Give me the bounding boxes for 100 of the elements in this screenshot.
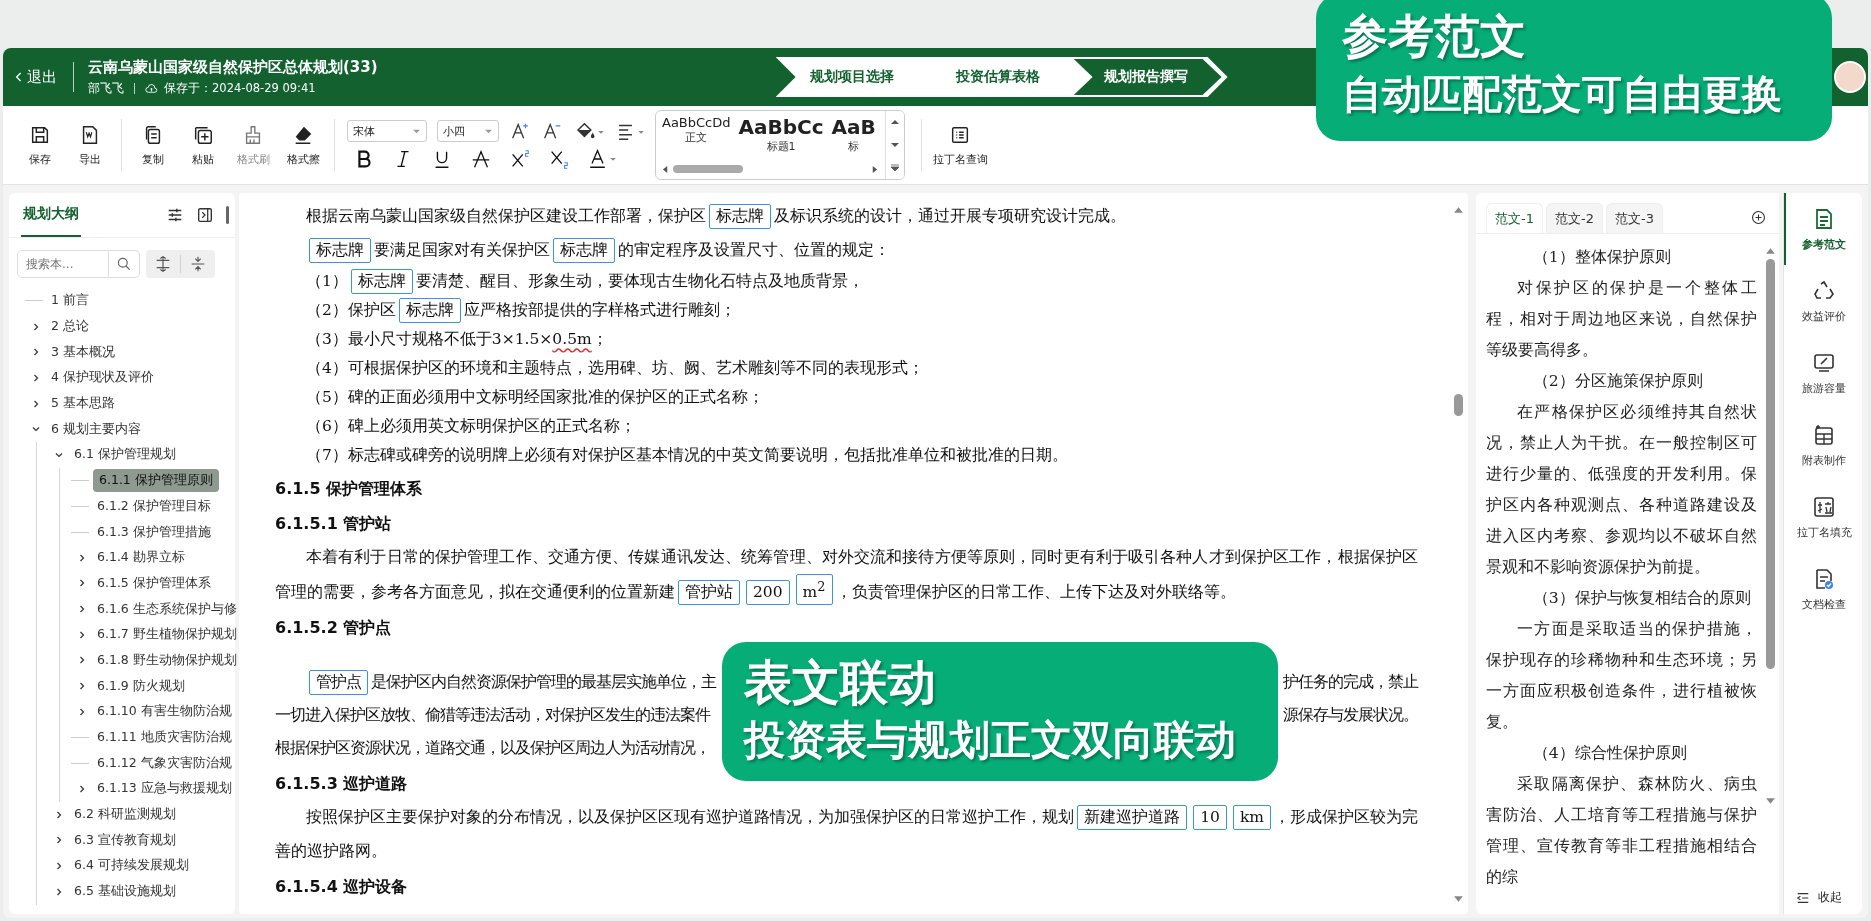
sample-heading: （2）分区施策保护原则: [1531, 371, 1704, 392]
body-text: 一切进入保护区放牧、偷猎等违法活动，对保护区发生的违法案件: [275, 705, 710, 727]
outline-item[interactable]: 5 基本思路: [47, 393, 119, 415]
sample-paragraph: 在严格保护区必须维持其自然状况，禁止人为干扰。在一般控制区可进行少量的、低强度的开发利用。保护区内各种观测点、各种道路建设及进入区内考察、参观均以不破坏自然景观和不影响资源保护为前提。: [1486, 402, 1757, 578]
linked-field[interactable]: m$^{2}$: [795, 574, 833, 606]
scrollbar-thumb[interactable]: [673, 165, 743, 173]
rail-item[interactable]: 文档检查: [1784, 553, 1862, 625]
strikethrough-icon[interactable]: [470, 148, 492, 170]
scroll-left-icon[interactable]: [662, 164, 669, 174]
outline-item[interactable]: 6.1.4 勘界立标: [93, 547, 189, 569]
avatar[interactable]: [1834, 61, 1866, 93]
body-text: 管护点 是保护区内自然资源保护管理的最基层实施单位，主: [306, 666, 716, 700]
scrollbar-thumb[interactable]: [1765, 259, 1775, 669]
body-paragraph: （5）碑的正面必须用中文标明经国家批准的保护区的正式名称；: [305, 387, 765, 408]
linked-field[interactable]: 标志牌: [309, 238, 371, 263]
linked-field[interactable]: 200: [746, 580, 790, 606]
collapse-all-icon[interactable]: [189, 255, 207, 273]
scroll-down-icon[interactable]: [1764, 797, 1776, 806]
linked-field[interactable]: 新建巡护道路: [1077, 805, 1188, 831]
outline-item[interactable]: 6.1.5 保护管理体系: [93, 572, 215, 594]
rail-item[interactable]: 参考范文: [1784, 193, 1862, 265]
outline-item[interactable]: 6.1.7 野生植物保护规划: [93, 624, 241, 646]
outline-item[interactable]: 6.1.3 保护管理措施: [93, 521, 215, 543]
outline-item[interactable]: 6.1.1 保护管理原则: [93, 469, 219, 493]
outline-item[interactable]: 6.1.10 有害生物防治规: [93, 701, 236, 723]
expand-all-icon[interactable]: [154, 255, 172, 273]
step-tab[interactable]: 投资估算表格: [921, 57, 1068, 97]
linked-field[interactable]: 管护点: [309, 670, 368, 696]
outline-item[interactable]: 6.1.9 防火规划: [93, 675, 189, 697]
style-option[interactable]: AaBbCc 标题1: [738, 115, 824, 161]
scroll-up-icon[interactable]: [890, 118, 900, 127]
search-field[interactable]: 搜索本...: [17, 250, 109, 278]
back-button[interactable]: 退出: [15, 67, 57, 87]
body-paragraph: （1） 标志牌 要清楚、醒目、形象生动，要体现古生物化石特点及地质背景，: [275, 267, 1418, 296]
settings-icon[interactable]: [166, 206, 184, 224]
rail-item[interactable]: 附表制作: [1784, 409, 1862, 481]
outline-item[interactable]: 6.1.8 野生动物保护规划: [93, 649, 241, 671]
outline-item[interactable]: 6.2 科研监测规划: [70, 804, 180, 826]
outline-item[interactable]: 2 总论: [47, 316, 93, 338]
outline-tab[interactable]: 规划大纲: [21, 193, 81, 237]
size-select[interactable]: 小四: [437, 120, 499, 142]
outline-item[interactable]: 6.5 基础设施规划: [70, 881, 180, 903]
scrollbar-thumb[interactable]: [1453, 394, 1463, 416]
sample-tab[interactable]: 范文-1: [1486, 203, 1543, 233]
expand-icon[interactable]: [890, 163, 900, 172]
outline-item[interactable]: 3 基本概况: [47, 341, 119, 363]
search-icon[interactable]: [109, 250, 140, 278]
rail-item[interactable]: 拉丁名填充: [1784, 481, 1862, 553]
toolbar-button[interactable]: 格式擦: [278, 123, 328, 167]
linked-field[interactable]: 标志牌: [398, 298, 461, 323]
linked-field[interactable]: 标志牌: [553, 238, 615, 263]
collapse-button[interactable]: 收起: [1784, 881, 1862, 914]
linked-field[interactable]: 10: [1193, 805, 1227, 831]
panel-toggle-icon[interactable]: [196, 206, 214, 224]
linked-field[interactable]: 管护站: [678, 580, 740, 606]
linked-field[interactable]: 标志牌: [350, 269, 413, 294]
linked-field[interactable]: 标志牌: [709, 204, 771, 229]
outline-item[interactable]: 6.1.13 应急与救援规划: [93, 778, 236, 800]
document-title: 云南乌蒙山国家级自然保护区总体规划(33): [88, 58, 378, 77]
sample-heading: （4）综合性保护原则: [1531, 743, 1688, 764]
outline-item[interactable]: 6.4 可持续发展规划: [70, 855, 193, 877]
callout-subtitle: 自动匹配范文可自由更换: [1342, 70, 1783, 119]
style-option[interactable]: AaBbCcDd 正文: [662, 115, 731, 161]
body-paragraph: （7）标志碑或碑旁的说明牌上必须有对保护区基本情况的中英文简要说明，包括批准单位和被批准的日期。: [305, 445, 1069, 466]
outline-item[interactable]: 6.1.12 气象灾害防治规: [93, 752, 236, 774]
scroll-down-icon[interactable]: [890, 141, 900, 149]
outline-item[interactable]: 6.3 宣传教育规划: [70, 829, 180, 851]
sample-paragraph: 一方面是采取适当的保护措施，保护现存的珍稀物种和生态环境；另一方面应积极创造条件，进行植被恢复。: [1486, 619, 1757, 733]
step-tab[interactable]: 规划项目选择: [775, 57, 922, 97]
toolbar-button[interactable]: 保存: [15, 123, 65, 167]
outline-item[interactable]: 6.1.2 保护管理目标: [93, 495, 215, 517]
toolbar-button[interactable]: 导出: [65, 123, 115, 167]
body-text: 护任务的完成，禁止: [1283, 672, 1418, 694]
font-select[interactable]: 宋体: [347, 120, 427, 142]
chevron-left-icon: [15, 71, 23, 83]
linked-field[interactable]: km: [1232, 805, 1271, 831]
scroll-down-icon[interactable]: [1452, 895, 1464, 904]
outline-item[interactable]: 6 规划主要内容: [47, 418, 145, 440]
style-option[interactable]: AaB 标: [831, 115, 876, 161]
outline-item[interactable]: 6.1 保护管理规划: [70, 444, 180, 466]
caret-icon: [484, 128, 493, 134]
rail-item[interactable]: 旅游容量: [1784, 337, 1862, 409]
outline-item[interactable]: 4 保护现状及评价: [47, 367, 158, 389]
latin-lookup-button[interactable]: 拉丁名查询: [928, 123, 992, 167]
sample-tab[interactable]: 范文-2: [1545, 203, 1603, 233]
scroll-up-icon[interactable]: [1764, 246, 1776, 255]
toolbar-button[interactable]: 复制: [128, 123, 178, 167]
outline-item[interactable]: 6.1.6 生态系统保护与修: [93, 598, 241, 620]
add-icon[interactable]: [1750, 209, 1767, 226]
rail-item[interactable]: 效益评价: [1784, 265, 1862, 337]
subscript-icon[interactable]: [548, 148, 570, 170]
superscript-icon[interactable]: [509, 148, 531, 170]
scroll-right-icon[interactable]: [871, 164, 878, 174]
outline-item[interactable]: 1 前言: [47, 290, 93, 312]
toolbar-button[interactable]: 粘贴: [178, 123, 228, 167]
author-name: 部飞飞: [88, 81, 124, 96]
body-paragraph: （2）保护区 标志牌 应严格按部提供的字样格式进行雕刻；: [275, 296, 1418, 325]
scroll-up-icon[interactable]: [1452, 205, 1464, 214]
outline-item[interactable]: 6.1.11 地质灾害防治规: [93, 727, 236, 749]
sample-tab[interactable]: 范文-3: [1605, 203, 1663, 233]
